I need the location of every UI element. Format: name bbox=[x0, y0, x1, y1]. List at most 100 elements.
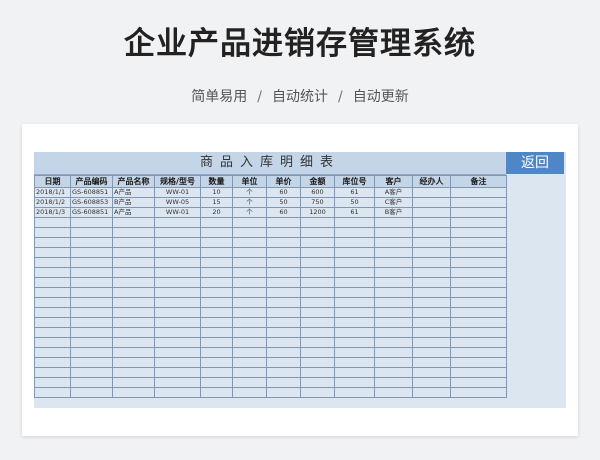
table-cell[interactable] bbox=[34, 277, 71, 288]
table-cell[interactable] bbox=[412, 377, 451, 388]
return-button[interactable]: 返回 bbox=[506, 152, 564, 174]
table-cell[interactable] bbox=[112, 267, 155, 278]
table-cell[interactable]: 15 bbox=[200, 197, 233, 208]
table-cell[interactable] bbox=[412, 367, 451, 378]
table-cell[interactable] bbox=[300, 297, 335, 308]
table-cell[interactable] bbox=[34, 347, 71, 358]
table-cell[interactable] bbox=[200, 277, 233, 288]
table-cell[interactable] bbox=[374, 307, 413, 318]
table-cell[interactable] bbox=[200, 327, 233, 338]
table-cell[interactable] bbox=[374, 257, 413, 268]
table-cell[interactable] bbox=[334, 317, 375, 328]
table-cell[interactable] bbox=[154, 247, 201, 258]
table-cell[interactable] bbox=[266, 287, 301, 298]
table-cell[interactable] bbox=[300, 347, 335, 358]
table-cell[interactable] bbox=[334, 387, 375, 398]
table-cell[interactable] bbox=[154, 337, 201, 348]
table-cell[interactable] bbox=[232, 257, 267, 268]
table-cell[interactable]: 10 bbox=[200, 187, 233, 198]
table-cell[interactable] bbox=[200, 337, 233, 348]
table-cell[interactable] bbox=[334, 267, 375, 278]
table-cell[interactable]: WW-01 bbox=[154, 187, 201, 198]
table-cell[interactable] bbox=[34, 387, 71, 398]
table-cell[interactable] bbox=[34, 287, 71, 298]
table-cell[interactable] bbox=[300, 367, 335, 378]
table-cell[interactable] bbox=[300, 317, 335, 328]
table-cell[interactable] bbox=[232, 217, 267, 228]
table-cell[interactable] bbox=[70, 267, 113, 278]
table-cell[interactable] bbox=[300, 377, 335, 388]
table-cell[interactable] bbox=[112, 367, 155, 378]
table-cell[interactable] bbox=[232, 337, 267, 348]
table-cell[interactable] bbox=[334, 377, 375, 388]
table-cell[interactable] bbox=[154, 227, 201, 238]
table-cell[interactable] bbox=[412, 347, 451, 358]
table-cell[interactable] bbox=[154, 237, 201, 248]
table-cell[interactable]: WW-05 bbox=[154, 197, 201, 208]
table-cell[interactable] bbox=[154, 287, 201, 298]
table-cell[interactable] bbox=[450, 287, 507, 298]
table-cell[interactable] bbox=[34, 217, 71, 228]
table-cell[interactable] bbox=[374, 237, 413, 248]
table-cell[interactable] bbox=[412, 287, 451, 298]
table-cell[interactable]: WW-01 bbox=[154, 207, 201, 218]
table-cell[interactable] bbox=[154, 367, 201, 378]
table-cell[interactable] bbox=[34, 297, 71, 308]
table-cell[interactable] bbox=[34, 247, 71, 258]
table-cell[interactable] bbox=[300, 217, 335, 228]
table-cell[interactable] bbox=[154, 277, 201, 288]
table-cell[interactable] bbox=[334, 357, 375, 368]
table-cell[interactable] bbox=[266, 327, 301, 338]
table-cell[interactable] bbox=[334, 217, 375, 228]
table-cell[interactable] bbox=[374, 347, 413, 358]
table-cell[interactable] bbox=[266, 227, 301, 238]
table-cell[interactable] bbox=[154, 217, 201, 228]
table-cell[interactable] bbox=[412, 277, 451, 288]
table-cell[interactable] bbox=[200, 297, 233, 308]
table-cell[interactable] bbox=[232, 387, 267, 398]
table-cell[interactable] bbox=[300, 267, 335, 278]
table-cell[interactable] bbox=[232, 327, 267, 338]
table-cell[interactable] bbox=[450, 347, 507, 358]
table-cell[interactable] bbox=[450, 257, 507, 268]
table-cell[interactable] bbox=[450, 307, 507, 318]
table-cell[interactable] bbox=[112, 337, 155, 348]
table-cell[interactable] bbox=[334, 287, 375, 298]
table-cell[interactable] bbox=[300, 337, 335, 348]
table-cell[interactable] bbox=[412, 357, 451, 368]
table-cell[interactable] bbox=[300, 307, 335, 318]
table-cell[interactable] bbox=[266, 307, 301, 318]
table-cell[interactable] bbox=[112, 377, 155, 388]
table-cell[interactable] bbox=[70, 307, 113, 318]
table-cell[interactable] bbox=[412, 207, 451, 218]
table-cell[interactable] bbox=[70, 227, 113, 238]
table-cell[interactable] bbox=[266, 317, 301, 328]
table-cell[interactable]: 个 bbox=[232, 197, 267, 208]
table-cell[interactable] bbox=[70, 287, 113, 298]
table-cell[interactable] bbox=[266, 357, 301, 368]
table-cell[interactable] bbox=[450, 327, 507, 338]
table-cell[interactable] bbox=[154, 327, 201, 338]
table-cell[interactable]: 个 bbox=[232, 187, 267, 198]
table-cell[interactable] bbox=[450, 187, 507, 198]
table-cell[interactable] bbox=[266, 257, 301, 268]
table-cell[interactable] bbox=[334, 237, 375, 248]
table-cell[interactable] bbox=[232, 297, 267, 308]
table-cell[interactable] bbox=[300, 257, 335, 268]
table-cell[interactable] bbox=[34, 237, 71, 248]
table-cell[interactable] bbox=[412, 297, 451, 308]
table-cell[interactable] bbox=[34, 317, 71, 328]
table-cell[interactable] bbox=[412, 257, 451, 268]
table-cell[interactable]: 50 bbox=[266, 197, 301, 208]
table-cell[interactable] bbox=[200, 287, 233, 298]
table-cell[interactable] bbox=[450, 377, 507, 388]
table-cell[interactable] bbox=[200, 387, 233, 398]
table-cell[interactable] bbox=[200, 357, 233, 368]
table-cell[interactable] bbox=[232, 277, 267, 288]
table-cell[interactable] bbox=[450, 207, 507, 218]
table-cell[interactable] bbox=[450, 387, 507, 398]
table-cell[interactable] bbox=[200, 347, 233, 358]
table-cell[interactable] bbox=[300, 287, 335, 298]
table-cell[interactable] bbox=[34, 357, 71, 368]
table-cell[interactable] bbox=[300, 277, 335, 288]
